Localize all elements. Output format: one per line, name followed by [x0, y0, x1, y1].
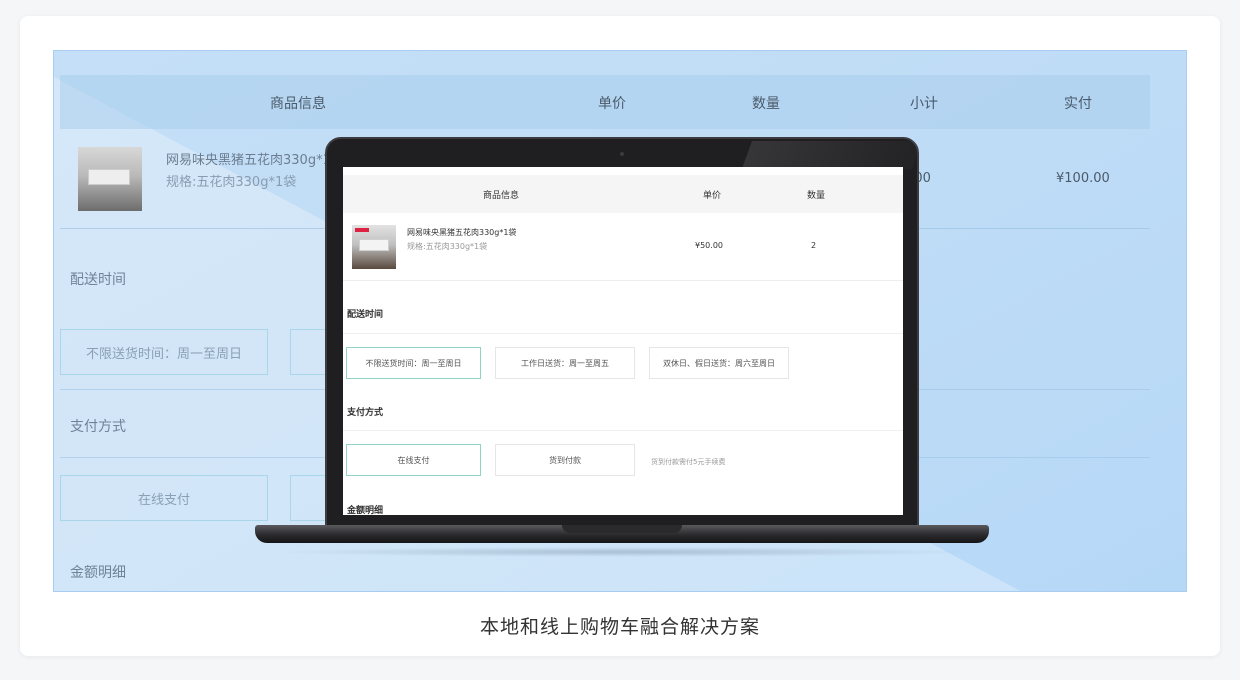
bg-paid-amount: ¥100.00: [1056, 171, 1110, 186]
laptop-lid: 商品信息 单价 数量 网易味央黑猪五花肉330g*1袋 规格:五花肉330g*1…: [325, 137, 923, 529]
delivery-option-weekdays[interactable]: 工作日送货：周一至周五: [495, 347, 635, 379]
cart-table-header: 商品信息 单价 数量: [343, 175, 903, 213]
laptop-mockup: 商品信息 单价 数量 网易味央黑猪五花肉330g*1袋 规格:五花肉330g*1…: [255, 137, 989, 567]
bg-header-subtotal: 小计: [910, 96, 938, 112]
delivery-title: 配送时间: [347, 310, 384, 320]
bg-amount-title: 金额明细: [70, 565, 126, 581]
showcase-caption: 本地和线上购物车融合解决方案: [479, 616, 760, 638]
delivery-option-weekends[interactable]: 双休日、假日送货：周六至周日: [649, 347, 789, 379]
cod-fee-note: 货到付款需付5元手续费: [651, 458, 726, 466]
payment-option-online[interactable]: 在线支付: [346, 444, 481, 476]
delivery-option-anytime[interactable]: 不限送货时间：周一至周日: [346, 347, 481, 379]
camera-icon: [620, 152, 624, 156]
bg-product-thumbnail: [78, 147, 142, 211]
section-divider: [343, 333, 903, 334]
cart-item-row: 网易味央黑猪五花肉330g*1袋 规格:五花肉330g*1袋 ¥50.00 2: [343, 213, 903, 281]
showcase-stage: 商品信息 单价 数量 小计 实付 网易味央黑猪五花肉330g*1袋 规格:五花肉…: [53, 50, 1187, 592]
bg-header-quantity: 数量: [752, 96, 780, 112]
product-name[interactable]: 网易味央黑猪五花肉330g*1袋: [407, 227, 516, 238]
laptop-notch: [562, 525, 682, 533]
bg-delivery-title: 配送时间: [70, 272, 126, 288]
amount-title: 金额明细: [347, 506, 384, 515]
bg-header-price: 单价: [598, 96, 626, 112]
product-thumbnail[interactable]: [352, 225, 396, 269]
bg-header-product: 商品信息: [270, 96, 326, 112]
bg-payment-title: 支付方式: [70, 419, 126, 435]
bg-header-paid: 实付: [1064, 96, 1092, 112]
product-quantity: 2: [811, 241, 817, 250]
header-price: 单价: [703, 191, 722, 201]
laptop-shadow: [265, 547, 979, 557]
bg-table-header: 商品信息 单价 数量 小计 实付: [60, 75, 1150, 129]
laptop-screen: 商品信息 单价 数量 网易味央黑猪五花肉330g*1袋 规格:五花肉330g*1…: [343, 167, 903, 515]
product-spec: 规格:五花肉330g*1袋: [407, 242, 488, 251]
payment-title: 支付方式: [347, 408, 384, 418]
lid-glare: [741, 141, 923, 169]
header-product: 商品信息: [483, 191, 520, 201]
bg-payment-option: 在线支付: [60, 475, 268, 521]
header-quantity: 数量: [807, 191, 826, 201]
section-divider: [343, 430, 903, 431]
bg-delivery-option: 不限送货时间：周一至周日: [60, 329, 268, 375]
product-price: ¥50.00: [695, 241, 723, 250]
payment-option-cod[interactable]: 货到付款: [495, 444, 635, 476]
